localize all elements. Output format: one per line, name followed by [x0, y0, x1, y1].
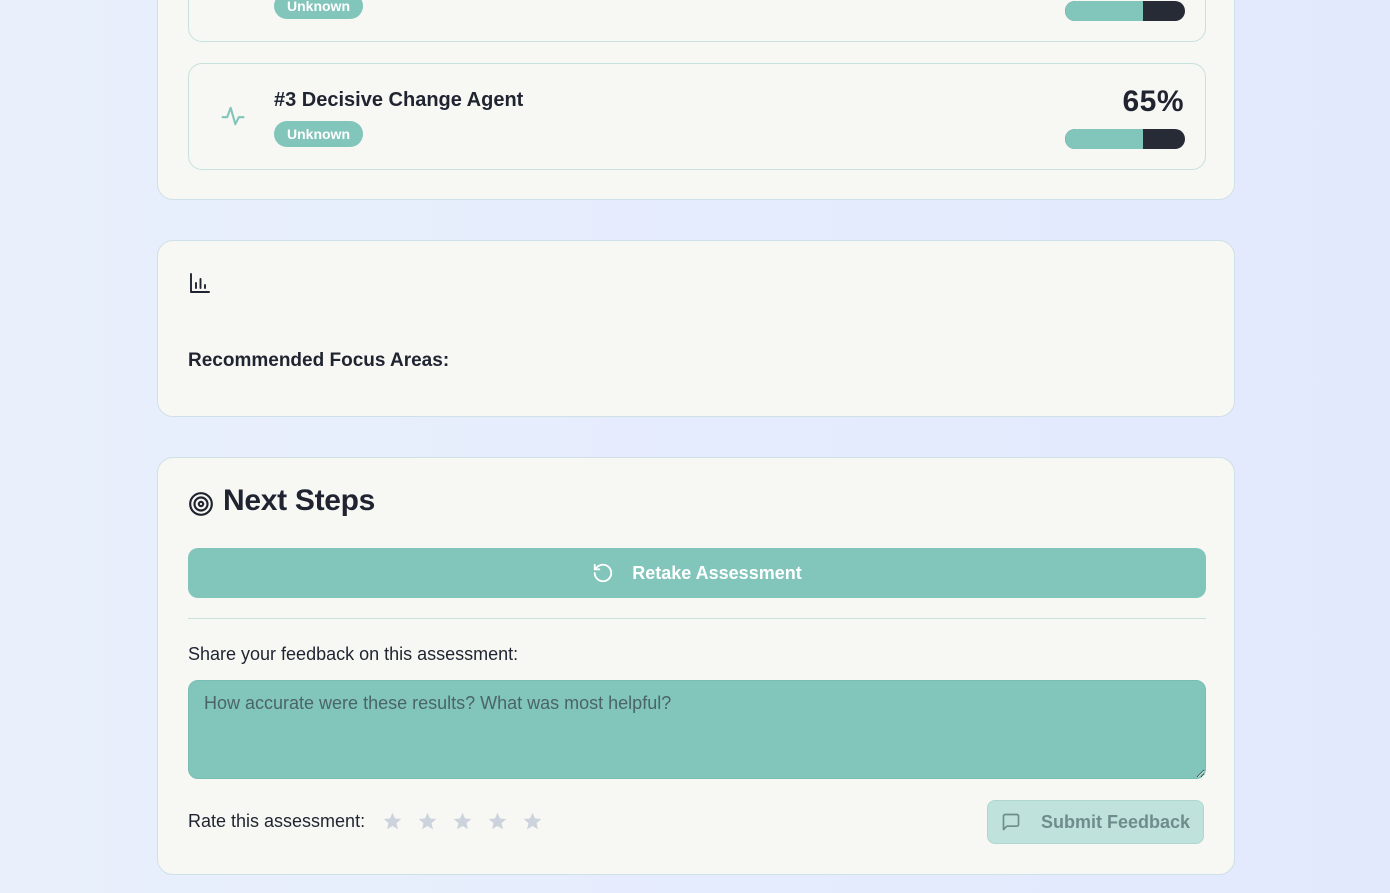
retake-assessment-label: Retake Assessment [632, 562, 802, 583]
activity-icon [221, 106, 245, 126]
submit-feedback-button[interactable]: Submit Feedback [987, 800, 1204, 844]
divider [188, 618, 1206, 619]
star-icon[interactable] [451, 810, 473, 832]
archetype-progress-fill [1065, 129, 1143, 149]
archetype-progress-fill [1065, 1, 1143, 21]
next-steps-card: Next Steps Retake Assessment Share your … [157, 457, 1235, 875]
target-icon [189, 492, 213, 516]
bar-chart-icon [190, 273, 210, 293]
message-square-icon [1002, 813, 1020, 831]
star-icon[interactable] [486, 810, 508, 832]
submit-feedback-label: Submit Feedback [1040, 811, 1191, 832]
archetype-item: #3 Decisive Change Agent Unknown 65% [188, 63, 1206, 170]
feedback-textarea[interactable] [188, 680, 1206, 779]
next-steps-title: Next Steps [223, 484, 376, 517]
archetype-item: Unknown [188, 0, 1206, 42]
archetype-results-card: Unknown #3 Decisive Change Agent Unknown… [157, 0, 1235, 200]
archetype-progress-bar [1065, 1, 1185, 21]
archetype-progress-bar [1065, 129, 1185, 149]
archetype-badge: Unknown [274, 0, 363, 19]
rotate-ccw-icon [594, 563, 613, 583]
star-rating [381, 810, 556, 832]
focus-areas-heading: Recommended Focus Areas: [188, 350, 450, 371]
star-icon[interactable] [416, 810, 438, 832]
archetype-title: #3 Decisive Change Agent [274, 89, 524, 111]
archetype-percentage: 65% [1122, 85, 1184, 118]
star-icon[interactable] [381, 810, 403, 832]
archetype-badge: Unknown [274, 121, 363, 147]
retake-assessment-button[interactable]: Retake Assessment [188, 548, 1206, 598]
feedback-label: Share your feedback on this assessment: [188, 644, 519, 664]
rating-label: Rate this assessment: [188, 811, 366, 831]
star-icon[interactable] [521, 810, 543, 832]
focus-areas-card: Recommended Focus Areas: [157, 240, 1235, 417]
